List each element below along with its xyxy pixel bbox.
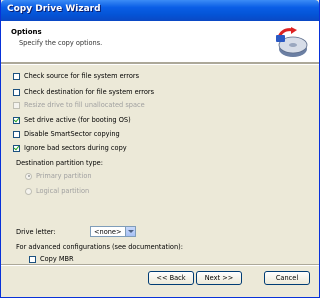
set-active-checkbox[interactable] bbox=[13, 116, 20, 124]
check-source-option[interactable]: Check source for file system errors bbox=[13, 71, 139, 81]
resize-drive-label: Resize drive to fill unallocated space bbox=[24, 101, 145, 109]
primary-partition-label: Primary partition bbox=[36, 172, 92, 180]
window-title: Copy Drive Wizard bbox=[7, 4, 101, 14]
copy-mbr-option[interactable]: Copy MBR bbox=[29, 254, 74, 264]
disable-smartsector-label: Disable SmartSector copying bbox=[24, 130, 120, 138]
primary-partition-radio bbox=[25, 172, 32, 180]
advanced-label: For advanced configurations (see documen… bbox=[16, 243, 183, 251]
logical-partition-option: Logical partition bbox=[25, 186, 89, 196]
copy-mbr-checkbox[interactable] bbox=[29, 255, 36, 263]
partition-type-label: Destination partition type: bbox=[16, 159, 103, 167]
copy-drive-icon bbox=[276, 27, 308, 57]
wizard-window: Copy Drive Wizard Options Specify the co… bbox=[0, 0, 320, 298]
next-button[interactable]: Next >> bbox=[196, 271, 242, 285]
ignore-bad-sectors-option[interactable]: Ignore bad sectors during copy bbox=[13, 143, 127, 153]
cancel-button[interactable]: Cancel bbox=[264, 271, 310, 285]
disable-smartsector-checkbox[interactable] bbox=[13, 130, 20, 138]
logical-partition-label: Logical partition bbox=[36, 187, 90, 195]
ignore-bad-sectors-label: Ignore bad sectors during copy bbox=[24, 144, 127, 152]
set-active-label: Set drive active (for booting OS) bbox=[24, 116, 131, 124]
check-source-label: Check source for file system errors bbox=[24, 72, 140, 80]
dropdown-arrow-icon[interactable] bbox=[125, 227, 135, 236]
primary-partition-option: Primary partition bbox=[25, 171, 92, 181]
drive-letter-value: <none> bbox=[94, 228, 122, 236]
header-title: Options bbox=[11, 28, 42, 36]
check-destination-label: Check destination for file system errors bbox=[24, 88, 155, 96]
back-button[interactable]: << Back bbox=[148, 271, 194, 285]
check-source-checkbox[interactable] bbox=[13, 72, 20, 80]
set-active-option[interactable]: Set drive active (for booting OS) bbox=[13, 115, 131, 125]
disable-smartsector-option[interactable]: Disable SmartSector copying bbox=[13, 129, 120, 139]
wizard-header: Options Specify the copy options. bbox=[1, 21, 319, 63]
resize-drive-option: Resize drive to fill unallocated space bbox=[13, 100, 145, 110]
header-divider bbox=[1, 63, 319, 65]
drive-letter-label: Drive letter: bbox=[16, 228, 56, 236]
title-bar[interactable]: Copy Drive Wizard bbox=[1, 0, 319, 21]
check-destination-checkbox[interactable] bbox=[13, 88, 20, 96]
logical-partition-radio bbox=[25, 187, 32, 195]
ignore-bad-sectors-checkbox[interactable] bbox=[13, 144, 20, 152]
footer-divider bbox=[1, 264, 319, 266]
check-destination-option[interactable]: Check destination for file system errors bbox=[13, 87, 154, 97]
drive-letter-select[interactable]: <none> bbox=[90, 226, 136, 237]
resize-drive-checkbox bbox=[13, 101, 20, 109]
header-subtitle: Specify the copy options. bbox=[19, 39, 103, 47]
copy-mbr-label: Copy MBR bbox=[40, 255, 74, 263]
